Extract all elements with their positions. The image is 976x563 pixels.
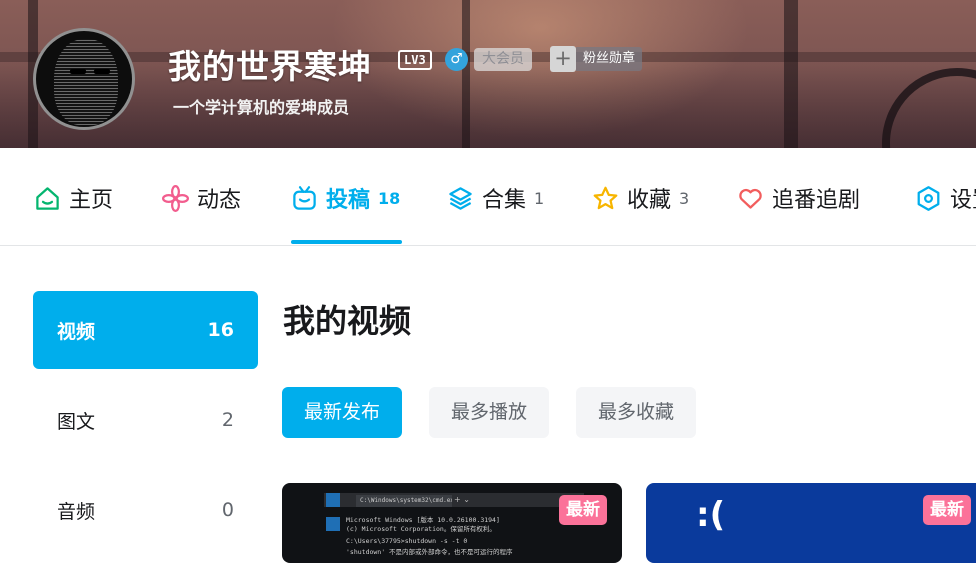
tab-label: 收藏	[627, 188, 672, 213]
tv-icon	[293, 185, 316, 210]
cmd-app-icon	[326, 517, 340, 531]
bsod-face: :(	[696, 495, 726, 535]
tab-label: 追番追剧	[772, 188, 861, 213]
tab-collections[interactable]: 合集 1	[447, 183, 544, 213]
avatar-face	[54, 39, 118, 125]
sidebar-item-audio[interactable]: 音频 0	[33, 471, 258, 549]
tab-label: 动态	[197, 188, 242, 213]
cmd-line: 'shutdown' 不是内部或外部命令，也不是可运行的程序	[346, 548, 513, 556]
tab-favorites[interactable]: 收藏 3	[592, 183, 689, 213]
active-tab-indicator	[291, 240, 402, 244]
sidebar-item-label: 音频	[57, 500, 96, 523]
vip-badge[interactable]: 大会员	[474, 48, 532, 71]
sort-newest-button[interactable]: 最新发布	[282, 387, 403, 438]
sidebar-item-count: 0	[221, 499, 234, 521]
tab-label: 设置	[950, 188, 976, 213]
new-badge: 最新	[559, 495, 607, 525]
bio: 一个学计算机的爱坤成员	[173, 98, 350, 117]
cmd-app-icon	[326, 493, 340, 507]
sort-most-played-button[interactable]: 最多播放	[429, 387, 550, 438]
profile-banner: 我的世界寒坤 LV3 ♂ 大会员 + 粉丝勋章 一个学计算机的爱坤成员	[0, 0, 976, 148]
sidebar-item-article[interactable]: 图文 2	[33, 381, 258, 459]
home-icon	[36, 186, 59, 210]
banner-shade	[0, 0, 976, 148]
heart-icon	[739, 188, 762, 209]
layers-icon	[449, 186, 472, 210]
new-badge: 最新	[923, 495, 971, 525]
star-icon	[593, 186, 618, 209]
tab-bangumi[interactable]: 追番追剧	[737, 183, 860, 213]
sidebar-item-label: 视频	[57, 320, 96, 343]
tab-count: 3	[679, 188, 690, 208]
avatar-eye	[94, 69, 110, 74]
avatar[interactable]	[33, 28, 135, 130]
tab-home[interactable]: 主页	[34, 183, 113, 213]
sort-most-favorited-button[interactable]: 最多收藏	[576, 387, 697, 438]
tab-count: 18	[378, 188, 401, 208]
tab-dynamic[interactable]: 动态	[162, 183, 241, 213]
avatar-eye	[70, 69, 86, 74]
video-card[interactable]: :( 最新	[646, 483, 976, 563]
settings-icon	[917, 185, 940, 211]
sidebar-item-video[interactable]: 视频 16	[33, 291, 258, 369]
cmd-line: C:\Users\37795>shutdown -s -t 0	[346, 537, 468, 545]
tab-settings[interactable]: 设置	[915, 183, 976, 213]
cmd-line: (c) Microsoft Corporation。保留所有权利。	[346, 525, 496, 533]
male-icon: ♂	[445, 48, 468, 71]
fan-badge-plus-icon[interactable]: +	[550, 46, 576, 72]
profile-tabs: 主页 动态 投稿 18 合集 1 收藏 3 追番追剧 设置	[0, 148, 976, 246]
video-card[interactable]: C:\Windows\system32\cmd.exe + ⌄ Microsof…	[282, 483, 622, 563]
tab-label: 投稿	[326, 188, 371, 213]
username: 我的世界寒坤	[168, 47, 372, 86]
tab-submissions[interactable]: 投稿 18	[291, 183, 400, 213]
fan-badge[interactable]: 粉丝勋章	[576, 47, 643, 71]
level-badge: LV3	[398, 50, 432, 70]
tab-label: 合集	[482, 188, 527, 213]
sidebar-item-count: 16	[207, 319, 234, 341]
cmd-new-tab-icon: + ⌄	[454, 495, 470, 504]
page-title: 我的视频	[283, 302, 412, 340]
dynamic-icon	[162, 184, 189, 212]
cmd-tab-title: C:\Windows\system32\cmd.exe	[356, 495, 452, 507]
tab-label: 主页	[69, 188, 114, 213]
sidebar-item-count: 2	[221, 409, 234, 431]
tab-count: 1	[534, 188, 545, 208]
sidebar-item-label: 图文	[57, 410, 96, 433]
